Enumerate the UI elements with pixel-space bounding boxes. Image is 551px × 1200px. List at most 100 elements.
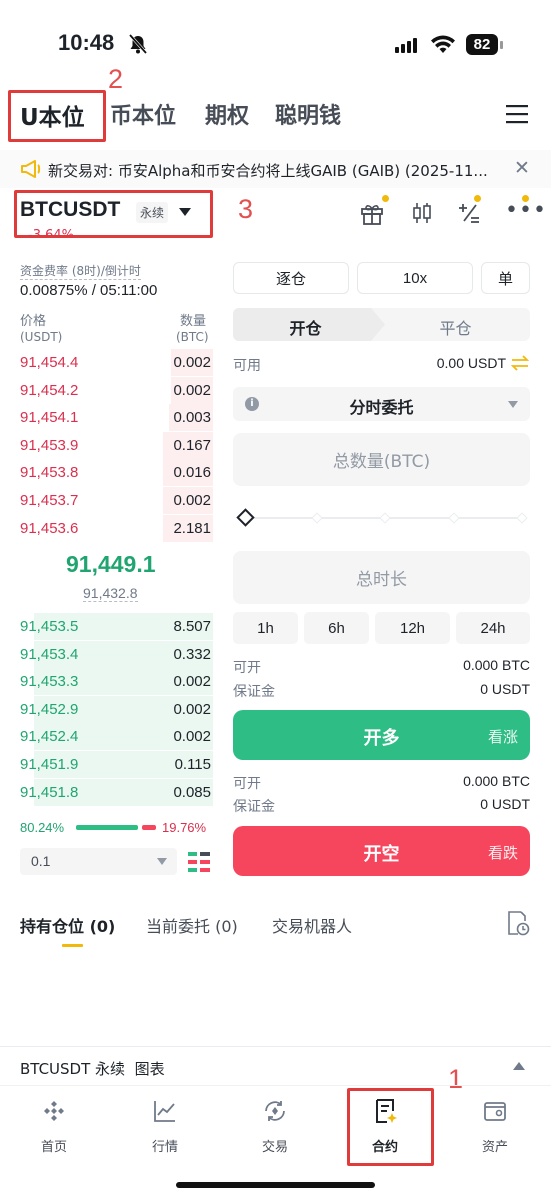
- bid-row[interactable]: 91,453.4 0.332: [20, 640, 213, 668]
- leverage-button[interactable]: 10x: [357, 262, 473, 294]
- ask-row[interactable]: 91,454.4 0.002: [20, 349, 213, 376]
- open-short-button[interactable]: 开空 看跌: [233, 826, 530, 876]
- status-time: 10:48: [58, 30, 115, 55]
- close-icon[interactable]: ✕: [514, 157, 530, 179]
- ask-row[interactable]: 91,453.9 0.167: [20, 431, 213, 459]
- gift-icon[interactable]: [359, 200, 385, 226]
- tab-positions[interactable]: 持有仓位 (0): [20, 913, 115, 937]
- ask-row[interactable]: 91,453.6 2.181: [20, 514, 213, 542]
- slider-tick[interactable]: [379, 512, 391, 524]
- wallet-icon: [484, 1102, 506, 1121]
- open-long-button[interactable]: 开多 看涨: [233, 710, 530, 760]
- ask-qty: 0.002: [173, 492, 211, 509]
- duration-24h[interactable]: 24h: [456, 612, 530, 644]
- mark-price[interactable]: 91,432.8: [83, 585, 138, 602]
- ask-row[interactable]: 91,453.7 0.002: [20, 487, 213, 514]
- qty-slider-thumb[interactable]: [236, 508, 255, 527]
- duration-6h[interactable]: 6h: [304, 612, 369, 644]
- bid-row[interactable]: 91,452.4 0.002: [20, 723, 213, 751]
- signal-icon: [395, 38, 417, 53]
- book-layout-icon[interactable]: [187, 850, 211, 874]
- tab-usdm[interactable]: U本位: [20, 98, 85, 132]
- margin-mode-button[interactable]: 逐仓: [233, 262, 349, 294]
- tab-trading-bots[interactable]: 交易机器人: [272, 913, 352, 937]
- slider-tick[interactable]: [447, 512, 460, 524]
- tab-options[interactable]: 期权: [205, 98, 249, 130]
- transfer-icon[interactable]: [510, 354, 530, 372]
- bid-price: 91,452.9: [20, 700, 79, 718]
- buy-ratio: 80.24%: [20, 820, 65, 835]
- buy-ratio-bar: [76, 825, 138, 830]
- home-indicator[interactable]: [176, 1182, 375, 1188]
- contract-type-badge: 永续: [136, 202, 169, 223]
- funding-label[interactable]: 资金费率 (8时)/倒计时: [20, 262, 141, 280]
- battery-tip: [500, 41, 503, 49]
- tab-open-orders[interactable]: 当前委托 (0): [146, 913, 238, 937]
- long-can-open-label: 可开: [233, 660, 261, 676]
- open-short-label: 开空: [363, 844, 400, 865]
- megaphone-icon: [21, 160, 41, 178]
- total-qty-input[interactable]: 总数量(BTC): [233, 433, 530, 486]
- chart-bar-title[interactable]: BTCUSDT 永续 图表: [20, 1058, 165, 1079]
- ask-price: 91,453.9: [20, 436, 79, 454]
- bid-qty: 0.002: [173, 673, 211, 691]
- long-margin-label: 保证金: [233, 684, 275, 700]
- precision-select[interactable]: 0.1: [20, 848, 177, 875]
- tab-smart-money[interactable]: 聪明钱: [275, 98, 341, 130]
- symbol-name[interactable]: BTCUSDT: [20, 198, 120, 222]
- nav-markets[interactable]: 行情: [120, 1098, 210, 1155]
- battery-indicator: 82: [466, 34, 498, 55]
- bid-row[interactable]: 91,451.9 0.115: [20, 751, 213, 778]
- short-margin-value: 0 USDT: [480, 796, 530, 812]
- bid-qty: 0.085: [173, 783, 211, 801]
- ask-row[interactable]: 91,454.1 0.003: [20, 404, 213, 432]
- ask-qty: 0.003: [173, 409, 211, 427]
- nav-home[interactable]: 首页: [9, 1098, 99, 1155]
- ask-row[interactable]: 91,454.2 0.002: [20, 376, 213, 404]
- position-mode-button[interactable]: 单: [481, 262, 530, 294]
- tab-coinm[interactable]: 币本位: [110, 98, 176, 130]
- nav-assets[interactable]: 资产: [450, 1098, 540, 1155]
- long-margin-value: 0 USDT: [480, 681, 530, 697]
- nav-futures[interactable]: 合约: [340, 1098, 430, 1155]
- bid-qty: 8.507: [173, 618, 211, 635]
- calculator-icon[interactable]: [456, 200, 482, 226]
- short-can-open-label: 可开: [233, 776, 261, 792]
- tab-open[interactable]: 开仓: [233, 315, 378, 339]
- last-price[interactable]: 91,449.1: [66, 551, 156, 578]
- menu-icon[interactable]: [505, 103, 529, 125]
- chevron-up-icon[interactable]: [513, 1062, 525, 1070]
- ask-price: 91,454.2: [20, 381, 79, 399]
- market-chart-icon: [154, 1101, 175, 1122]
- wifi-icon: [431, 35, 455, 53]
- ask-price: 91,453.8: [20, 464, 79, 482]
- bottom-nav-divider: [0, 1085, 551, 1086]
- bid-row[interactable]: 91,453.5 8.507: [20, 613, 213, 640]
- caret-down-icon[interactable]: [178, 207, 192, 217]
- announcement-text[interactable]: 新交易对: 币安Alpha和币安合约将上线GAIB (GAIB) (2025-1…: [48, 160, 503, 181]
- ask-price: 91,454.1: [20, 409, 79, 427]
- duration-input[interactable]: 总时长: [233, 551, 530, 604]
- ask-price: 91,454.4: [20, 354, 79, 371]
- bid-price: 91,453.5: [20, 618, 79, 635]
- nav-markets-label: 行情: [151, 1140, 178, 1155]
- bid-row[interactable]: 91,453.3 0.002: [20, 668, 213, 696]
- duration-1h[interactable]: 1h: [233, 612, 298, 644]
- bid-price: 91,452.4: [20, 728, 79, 746]
- slider-tick[interactable]: [310, 512, 323, 524]
- qty-header: 数量: [180, 314, 207, 329]
- chart-bar-divider: [0, 1046, 551, 1047]
- tab-close[interactable]: 平仓: [383, 315, 528, 339]
- available-value: 0.00 USDT: [436, 355, 506, 371]
- bullish-hint: 看涨: [487, 728, 518, 746]
- duration-12h[interactable]: 12h: [375, 612, 450, 644]
- slider-tick[interactable]: [516, 512, 528, 524]
- order-type-select[interactable]: i 分时委托: [233, 387, 530, 421]
- order-history-icon[interactable]: [506, 910, 530, 936]
- price-unit: (USDT): [20, 330, 63, 344]
- nav-trade[interactable]: 交易: [230, 1098, 320, 1155]
- ask-row[interactable]: 91,453.8 0.016: [20, 459, 213, 487]
- bid-row[interactable]: 91,452.9 0.002: [20, 695, 213, 723]
- candlestick-icon[interactable]: [410, 200, 434, 226]
- bid-row[interactable]: 91,451.8 0.085: [20, 778, 213, 806]
